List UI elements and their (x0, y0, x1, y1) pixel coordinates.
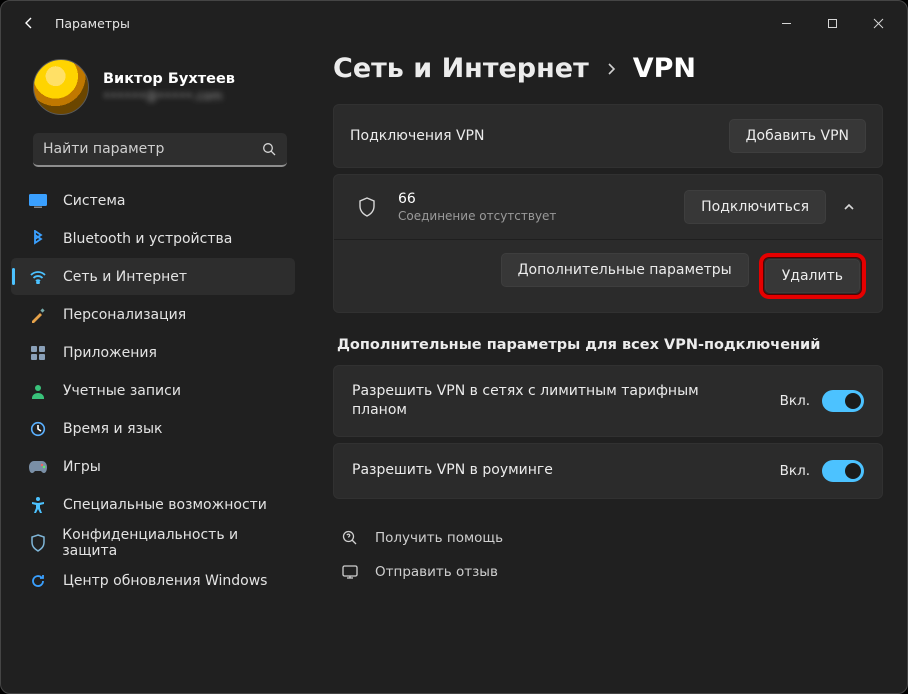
profile-email: ••••••@•••••.com (103, 89, 235, 103)
arrow-left-icon (21, 15, 37, 31)
window-controls (763, 6, 901, 40)
accessibility-icon (27, 494, 49, 516)
window-title: Параметры (55, 16, 130, 31)
collapse-toggle[interactable] (832, 190, 866, 224)
close-icon (873, 18, 884, 29)
search-icon (261, 141, 277, 157)
search-box[interactable] (33, 133, 287, 167)
sidebar-item-label: Персонализация (63, 307, 186, 323)
toggle-metered-label: Разрешить VPN в сетях с лимитным тарифны… (352, 382, 712, 420)
feedback-icon (339, 563, 361, 581)
games-icon (27, 456, 49, 478)
help-link-label: Получить помощь (375, 530, 503, 546)
toggle-roaming-label: Разрешить VPN в роуминге (352, 461, 553, 480)
vpn-connections-label: Подключения VPN (350, 128, 484, 144)
sidebar-item-accessibility[interactable]: Специальные возможности (11, 486, 295, 523)
maximize-button[interactable] (809, 6, 855, 40)
delete-highlight: Удалить (759, 253, 866, 299)
breadcrumb-current: VPN (633, 53, 696, 84)
system-icon (27, 190, 49, 212)
accounts-icon (27, 380, 49, 402)
sidebar-item-label: Приложения (63, 345, 157, 361)
sidebar-item-label: Сеть и Интернет (63, 269, 187, 285)
breadcrumb: Сеть и Интернет VPN (333, 53, 883, 84)
connect-button[interactable]: Подключиться (684, 190, 826, 224)
vpn-connections-card: Подключения VPN Добавить VPN (333, 104, 883, 168)
sidebar-item-label: Игры (63, 459, 101, 475)
sidebar-item-privacy[interactable]: Конфиденциальность и защита (11, 524, 295, 561)
settings-window: Параметры Виктор Бухтеев ••••••@•••••.co… (0, 0, 908, 694)
time-icon (27, 418, 49, 440)
breadcrumb-parent[interactable]: Сеть и Интернет (333, 53, 589, 84)
vpn-item-actions: Дополнительные параметры Удалить (334, 239, 882, 312)
chevron-right-icon (603, 61, 619, 77)
shield-icon (354, 196, 380, 218)
profile-block[interactable]: Виктор Бухтеев ••••••@•••••.com (5, 53, 299, 129)
sidebar-item-update[interactable]: Центр обновления Windows (11, 562, 295, 599)
toggle-roaming-state: Вкл. (780, 463, 810, 479)
vpn-item-name: 66 (398, 191, 556, 207)
sidebar-item-label: Конфиденциальность и защита (62, 527, 289, 559)
sidebar-item-system[interactable]: Система (11, 182, 295, 219)
sidebar-item-label: Bluetooth и устройства (63, 231, 232, 247)
toggle-roaming-card: Разрешить VPN в роуминге Вкл. (333, 443, 883, 499)
sidebar-item-label: Время и язык (63, 421, 162, 437)
chevron-up-icon (842, 200, 856, 214)
vpn-item-status: Соединение отсутствует (398, 209, 556, 223)
sidebar-item-label: Специальные возможности (63, 497, 267, 513)
minimize-icon (781, 18, 792, 29)
feedback-link[interactable]: Отправить отзыв (339, 555, 883, 589)
privacy-icon (27, 532, 48, 554)
titlebar: Параметры (1, 1, 907, 45)
profile-name: Виктор Бухтеев (103, 71, 235, 87)
delete-button[interactable]: Удалить (765, 259, 860, 293)
sidebar-item-label: Система (63, 193, 125, 209)
sidebar-item-personalize[interactable]: Персонализация (11, 296, 295, 333)
search-input[interactable] (43, 141, 261, 157)
close-button[interactable] (855, 6, 901, 40)
back-button[interactable] (13, 7, 45, 39)
toggle-metered-state: Вкл. (780, 393, 810, 409)
advanced-section-title: Дополнительные параметры для всех VPN-по… (337, 337, 883, 353)
toggle-metered-card: Разрешить VPN в сетях с лимитным тарифны… (333, 365, 883, 437)
sidebar-item-label: Учетные записи (63, 383, 181, 399)
avatar (33, 59, 89, 115)
apps-icon (27, 342, 49, 364)
maximize-icon (827, 18, 838, 29)
help-link[interactable]: Получить помощь (339, 521, 883, 555)
sidebar: Виктор Бухтеев ••••••@•••••.com Система B… (1, 45, 303, 693)
sidebar-item-label: Центр обновления Windows (63, 573, 267, 589)
feedback-link-label: Отправить отзыв (375, 564, 498, 580)
vpn-item-header[interactable]: 66 Соединение отсутствует Подключиться (334, 175, 882, 239)
help-icon (339, 529, 361, 547)
personalize-icon (27, 304, 49, 326)
minimize-button[interactable] (763, 6, 809, 40)
main-content: Сеть и Интернет VPN Подключения VPN Доба… (303, 45, 907, 693)
sidebar-item-apps[interactable]: Приложения (11, 334, 295, 371)
footer-links: Получить помощь Отправить отзыв (339, 521, 883, 589)
advanced-params-button[interactable]: Дополнительные параметры (501, 253, 749, 287)
network-icon (27, 266, 49, 288)
sidebar-item-accounts[interactable]: Учетные записи (11, 372, 295, 409)
toggle-metered[interactable] (822, 390, 864, 412)
sidebar-item-bluetooth[interactable]: Bluetooth и устройства (11, 220, 295, 257)
sidebar-item-games[interactable]: Игры (11, 448, 295, 485)
toggle-roaming[interactable] (822, 460, 864, 482)
bluetooth-icon (27, 228, 49, 250)
vpn-item-card: 66 Соединение отсутствует Подключиться Д… (333, 174, 883, 313)
sidebar-nav: Система Bluetooth и устройства Сеть и Инте… (5, 179, 299, 600)
sidebar-item-time[interactable]: Время и язык (11, 410, 295, 447)
update-icon (27, 570, 49, 592)
add-vpn-button[interactable]: Добавить VPN (729, 119, 866, 153)
sidebar-item-network[interactable]: Сеть и Интернет (11, 258, 295, 295)
